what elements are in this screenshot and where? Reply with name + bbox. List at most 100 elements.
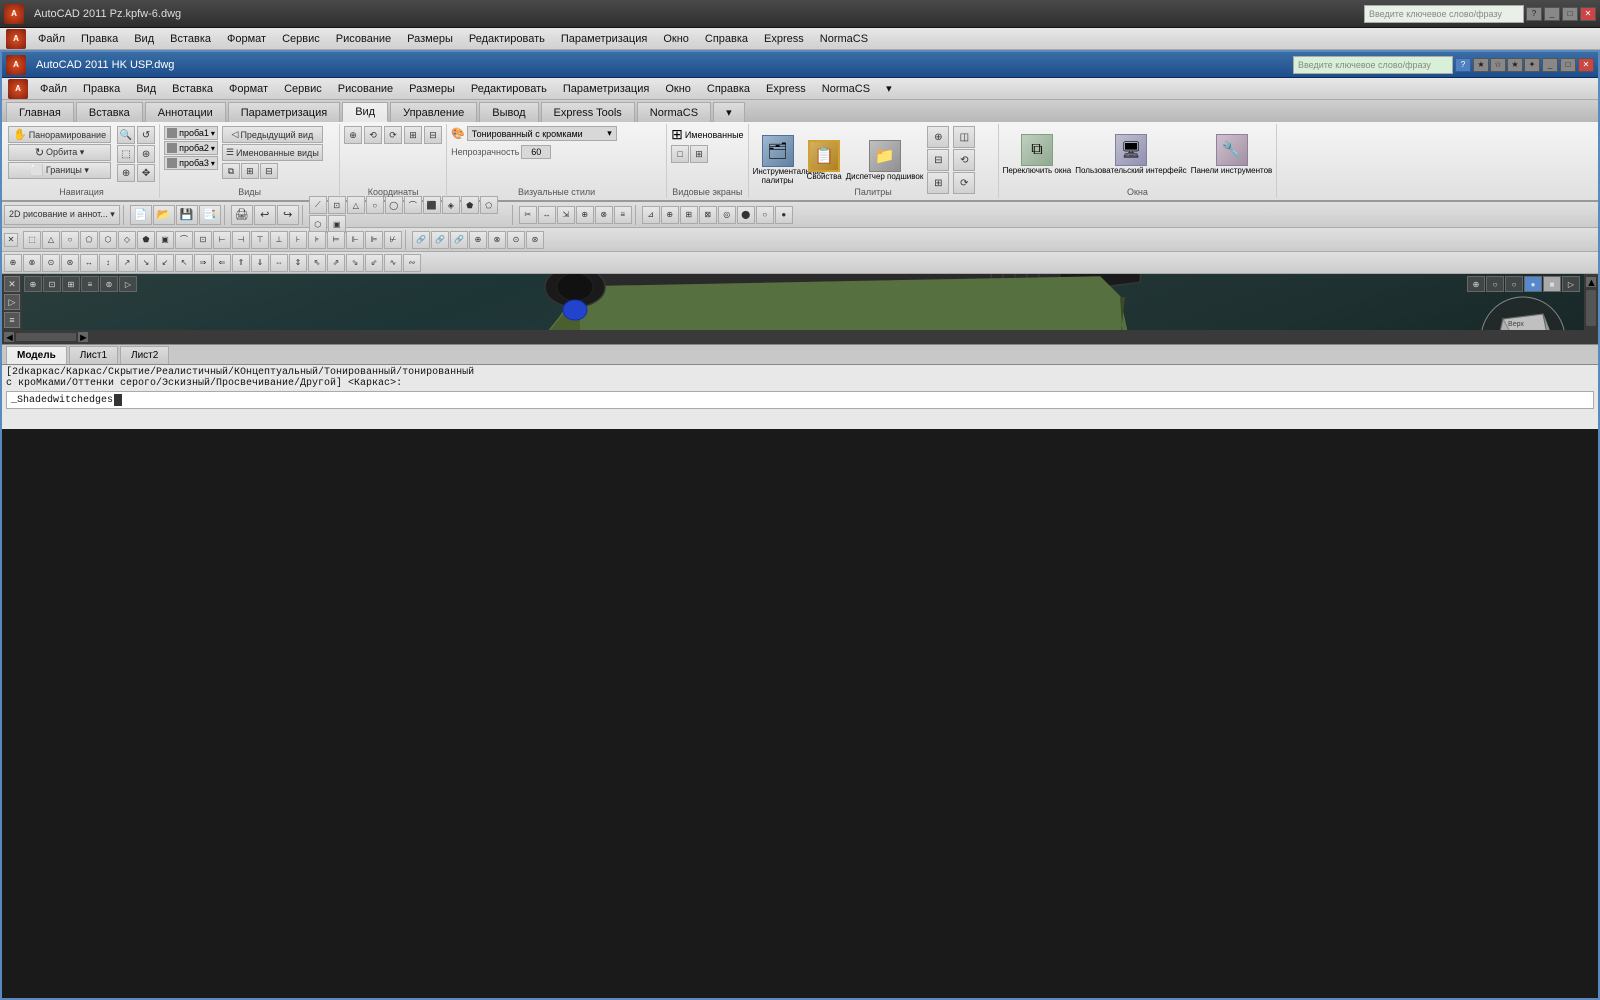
zoom-dynamic[interactable]: ⊕ (117, 164, 135, 182)
tab-more[interactable]: ▾ (713, 102, 745, 122)
bounds-btn[interactable]: ⬜ Границы ▾ (8, 162, 111, 179)
draw-btn8[interactable]: ◈ (442, 196, 460, 214)
tool-palettes-btn[interactable]: 🗂 Инструментальные палитры (753, 135, 803, 185)
small-btn15[interactable]: ⇔ (270, 254, 288, 272)
small-btn17[interactable]: ⇖ (308, 254, 326, 272)
coord-btn5[interactable]: ⊟ (424, 126, 442, 144)
small-btn22[interactable]: ∾ (403, 254, 421, 272)
coord-btn4[interactable]: ⊞ (404, 126, 422, 144)
outer-menu-view[interactable]: Вид (126, 28, 162, 50)
3dorbit[interactable]: ⊛ (137, 145, 155, 163)
inner-menu-insert[interactable]: Вставка (164, 78, 221, 100)
tab-annotations[interactable]: Аннотации (145, 102, 226, 122)
switch-windows-btn[interactable]: ⧉ Переключить окна (1003, 134, 1072, 175)
maximize-btn-inner[interactable]: □ (1560, 58, 1576, 72)
small-btn19[interactable]: ⇘ (346, 254, 364, 272)
workspace-btn[interactable]: 2D рисование и аннот... ▾ (4, 205, 120, 225)
help-btn-inner[interactable]: ? (1455, 58, 1471, 72)
view-tb1[interactable]: ⧉ (222, 163, 240, 179)
link-btn6[interactable]: ⊙ (507, 231, 525, 249)
snap-btn3[interactable]: ⊞ (680, 206, 698, 224)
obj-btn15[interactable]: ⊦ (289, 231, 307, 249)
tab-view[interactable]: Вид (342, 102, 388, 122)
obj-btn18[interactable]: ⊩ (346, 231, 364, 249)
coord-btn2[interactable]: ⟲ (364, 126, 382, 144)
tab-sheet2[interactable]: Лист2 (120, 346, 169, 364)
obj-btn1[interactable]: ⬚ (23, 231, 41, 249)
prev-view-btn[interactable]: ◁Предыдущий вид (222, 126, 323, 143)
inner-menu-help[interactable]: Справка (699, 78, 758, 100)
coord-btn3[interactable]: ⟳ (384, 126, 402, 144)
inner-menu-service[interactable]: Сервис (276, 78, 330, 100)
maximize-btn-outer[interactable]: □ (1562, 7, 1578, 21)
inner-menu-extra[interactable]: ▾ (878, 78, 900, 100)
vp-tb1[interactable]: ⊕ (24, 276, 42, 292)
tab-model[interactable]: Модель (6, 346, 67, 364)
small-btn11[interactable]: ⇒ (194, 254, 212, 272)
viewport-scrollbar-right[interactable]: ▲ ✋ ↔ ⊕ ⊡ ≡ ▷ (1584, 274, 1598, 330)
palette-tb2[interactable]: ⊟ (927, 149, 949, 171)
vp-tb3[interactable]: ⊞ (62, 276, 80, 292)
snap-btn4[interactable]: ⊠ (699, 206, 717, 224)
draw-btn10[interactable]: ⬠ (480, 196, 498, 214)
inner-menu-express[interactable]: Express (758, 78, 814, 100)
visual-style-dropdown[interactable]: Тонированный с кромками ▾ (467, 126, 617, 141)
vp-tr4[interactable]: ● (1524, 276, 1542, 292)
obj-btn6[interactable]: ◇ (118, 231, 136, 249)
pan-btn[interactable]: ✋ Панорамирование (8, 126, 111, 143)
snap-btn5[interactable]: ◎ (718, 206, 736, 224)
scroll-thumb-h[interactable] (16, 333, 76, 341)
tab-main[interactable]: Главная (6, 102, 74, 122)
draw-btn3[interactable]: △ (347, 196, 365, 214)
obj-btn9[interactable]: ⌒ (175, 231, 193, 249)
small-btn2[interactable]: ⊗ (23, 254, 41, 272)
inner-menu-file[interactable]: Файл (32, 78, 75, 100)
obj-btn14[interactable]: ⊥ (270, 231, 288, 249)
small-btn7[interactable]: ↗ (118, 254, 136, 272)
print-btn[interactable]: 🖨 (231, 205, 253, 225)
small-btn1[interactable]: ⊕ (4, 254, 22, 272)
vp-tb2[interactable]: ⊡ (43, 276, 61, 292)
scroll-left-btn[interactable]: ◄ (4, 332, 14, 342)
outer-menu-insert[interactable]: Вставка (162, 28, 219, 50)
command-input-row[interactable]: _Shadedwitchedges (6, 391, 1594, 409)
obj-btn11[interactable]: ⊢ (213, 231, 231, 249)
minimize-btn-inner[interactable]: _ (1542, 58, 1558, 72)
zoom-realtime[interactable]: 🔍 (117, 126, 135, 144)
outer-menu-express[interactable]: Express (756, 28, 812, 50)
outer-menu-param[interactable]: Параметризация (553, 28, 655, 50)
view-tb2[interactable]: ⊞ (241, 163, 259, 179)
snap-btn8[interactable]: ● (775, 206, 793, 224)
tab-sheet1[interactable]: Лист1 (69, 346, 118, 364)
outer-menu-service[interactable]: Сервис (274, 28, 328, 50)
icons-btn4[interactable]: ✦ (1524, 58, 1540, 72)
obj-btn16[interactable]: ⊧ (308, 231, 326, 249)
opacity-value[interactable]: 60 (521, 145, 551, 159)
obj-btn3[interactable]: ○ (61, 231, 79, 249)
scroll-right-btn[interactable]: ► (78, 332, 88, 342)
obj-btn7[interactable]: ⬟ (137, 231, 155, 249)
orbit2[interactable]: ↺ (137, 126, 155, 144)
vp-tr3[interactable]: ○ (1505, 276, 1523, 292)
small-btn13[interactable]: ⇑ (232, 254, 250, 272)
save-as-btn[interactable]: 📑 (199, 205, 221, 225)
properties-btn[interactable]: 📋 Свойства (807, 140, 842, 181)
small-btn21[interactable]: ∿ (384, 254, 402, 272)
small-btn6[interactable]: ↕ (99, 254, 117, 272)
obj-btn12[interactable]: ⊣ (232, 231, 250, 249)
inner-menu-draw[interactable]: Рисование (330, 78, 401, 100)
close-toolbar-btn[interactable]: ✕ (4, 233, 18, 247)
obj-btn5[interactable]: ⬡ (99, 231, 117, 249)
draw-btn4[interactable]: ○ (366, 196, 384, 214)
inner-menu-dimension[interactable]: Размеры (401, 78, 463, 100)
obj-btn4[interactable]: ⬠ (80, 231, 98, 249)
tab-output[interactable]: Вывод (479, 102, 538, 122)
small-btn9[interactable]: ↙ (156, 254, 174, 272)
vp-btn2[interactable]: ⊞ (690, 145, 708, 163)
modify-btn2[interactable]: ↔ (538, 206, 556, 224)
draw-btn2[interactable]: ⊡ (328, 196, 346, 214)
draw-btn9[interactable]: ⬟ (461, 196, 479, 214)
outer-menu-dimension[interactable]: Размеры (399, 28, 461, 50)
vp-tr5[interactable]: ■ (1543, 276, 1561, 292)
draw-btn1[interactable]: ⟋ (309, 196, 327, 214)
